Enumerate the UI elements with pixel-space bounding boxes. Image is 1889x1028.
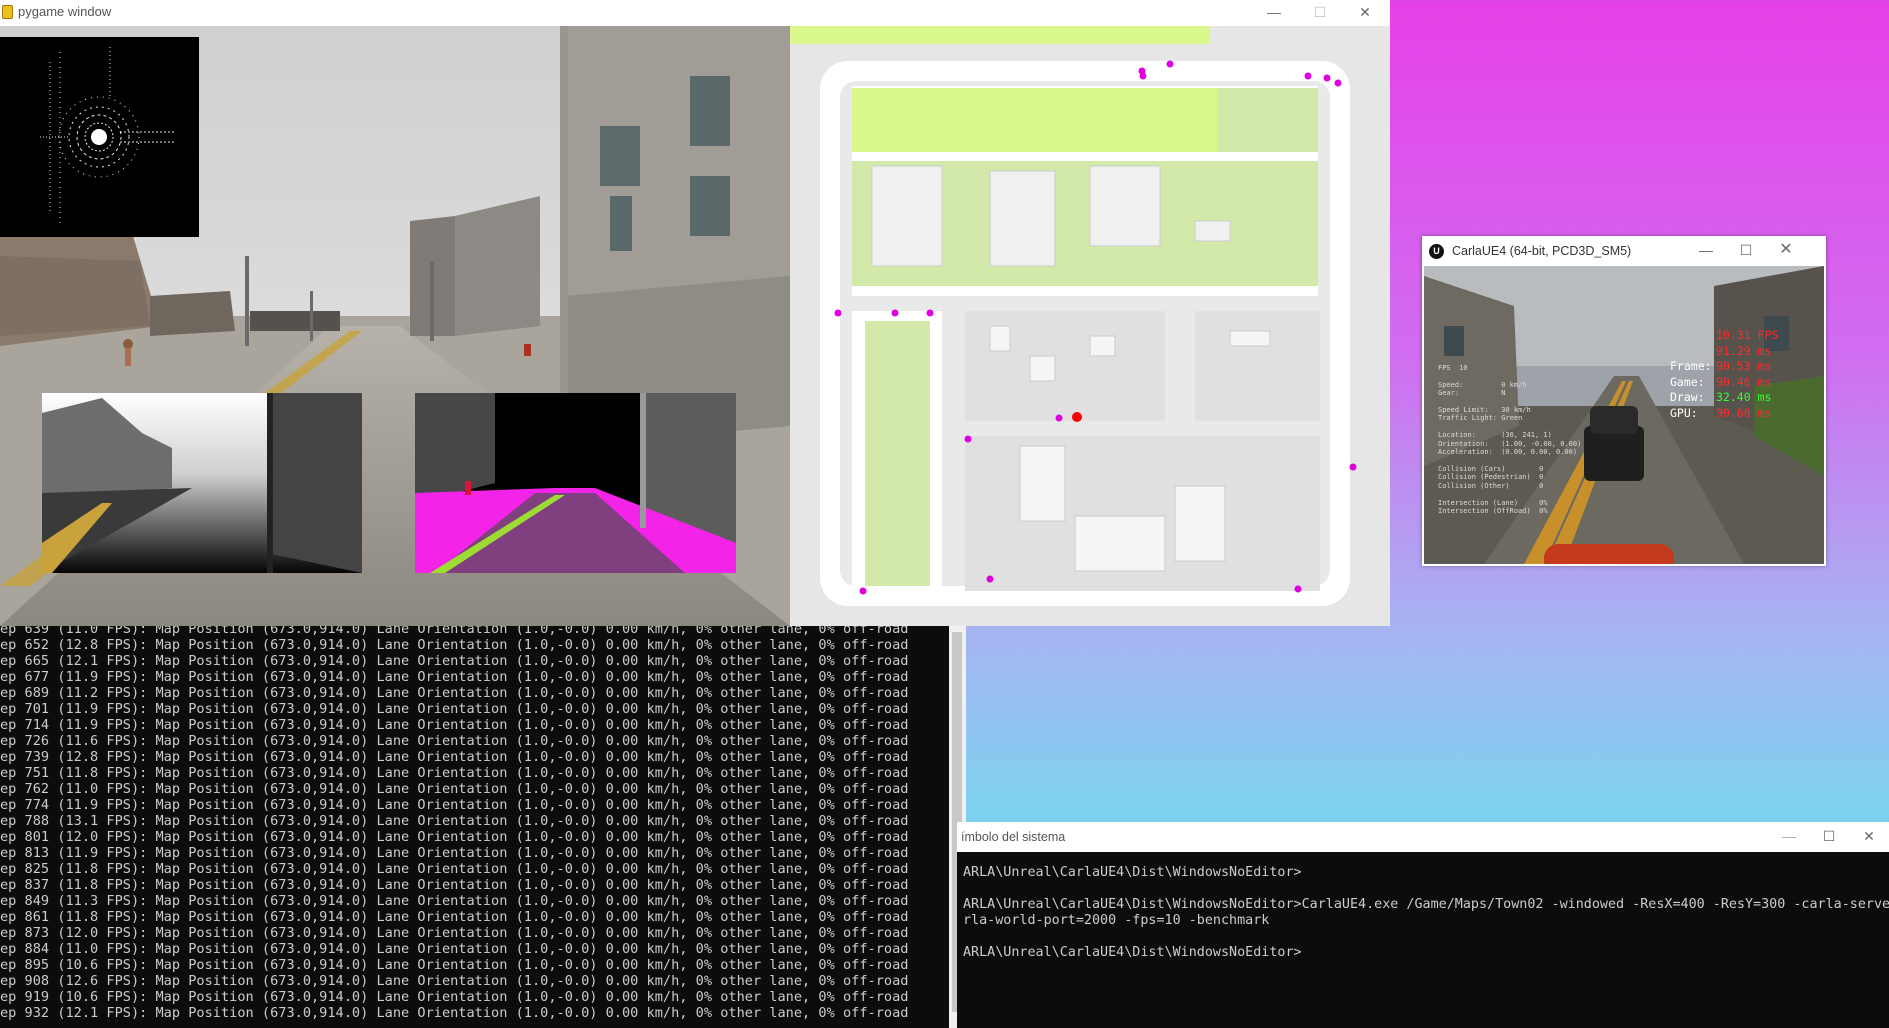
pygame-titlebar[interactable]: pygame window — ☐ ✕ <box>0 0 1390 27</box>
log-line: ep 932 (12.1 FPS): Map Position (673.0,9… <box>0 1005 909 1021</box>
cmd-minimize-button[interactable]: — <box>1769 824 1809 850</box>
log-line: ep 813 (11.9 FPS): Map Position (673.0,9… <box>0 845 909 861</box>
segmentation-image <box>415 393 736 573</box>
cmd-maximize-button[interactable]: ☐ <box>1809 824 1849 850</box>
stat-gpu-value: 90.60 ms <box>1716 405 1772 420</box>
top-down-map-view <box>790 26 1390 626</box>
log-line: ep 652 (12.8 FPS): Map Position (673.0,9… <box>0 637 909 653</box>
log-line: ep 665 (12.1 FPS): Map Position (673.0,9… <box>0 653 909 669</box>
log-line: ep 762 (11.0 FPS): Map Position (673.0,9… <box>0 781 909 797</box>
log-line: ep 873 (12.0 FPS): Map Position (673.0,9… <box>0 925 909 941</box>
depth-image <box>42 393 362 573</box>
cmd-line: ARLA\Unreal\CarlaUE4\Dist\WindowsNoEdito… <box>963 865 1302 880</box>
pygame-window-title: pygame window <box>18 4 112 19</box>
pygame-app-icon <box>2 5 13 19</box>
log-line: ep 689 (11.2 FPS): Map Position (673.0,9… <box>0 685 909 701</box>
log-line: ep 739 (12.8 FPS): Map Position (673.0,9… <box>0 749 909 765</box>
cmd-line: rla-world-port=2000 -fps=10 -benchmark <box>963 913 1270 928</box>
log-line: ep 861 (11.8 FPS): Map Position (673.0,9… <box>0 909 909 925</box>
log-line: ep 751 (11.8 FPS): Map Position (673.0,9… <box>0 765 909 781</box>
ue4-titlebar[interactable]: U CarlaUE4 (64-bit, PCD3D_SM5) — ☐ ✕ <box>1422 236 1826 266</box>
cmd-line <box>963 881 1889 897</box>
log-line: ep 701 (11.9 FPS): Map Position (673.0,9… <box>0 701 909 717</box>
stat-draw-value: 32.40 ms <box>1716 390 1772 404</box>
pygame-window: pygame window — ☐ ✕ <box>0 0 1390 626</box>
pygame-close-button[interactable]: ✕ <box>1342 0 1388 26</box>
segmentation-camera-view <box>415 393 736 573</box>
log-line: ep 677 (11.9 FPS): Map Position (673.0,9… <box>0 669 909 685</box>
log-line: ep 849 (11.3 FPS): Map Position (673.0,9… <box>0 893 909 909</box>
town-map <box>790 26 1390 626</box>
stat-gpu-row: GPU: 90.60 ms <box>1670 406 1778 422</box>
cmd-titlebar[interactable]: ímbolo del sistema — ☐ ✕ <box>957 822 1889 852</box>
log-line: ep 825 (11.8 FPS): Map Position (673.0,9… <box>0 861 909 877</box>
log-line: ep 919 (10.6 FPS): Map Position (673.0,9… <box>0 989 909 1005</box>
cmd-line <box>963 929 1889 945</box>
cmd-line: ARLA\Unreal\CarlaUE4\Dist\WindowsNoEdito… <box>963 945 1302 960</box>
lidar-view <box>0 37 199 237</box>
log-line: ep 639 (11.0 FPS): Map Position (673.0,9… <box>0 626 909 637</box>
ue4-viewport[interactable]: 10.31 FPS 91.29 ms Frame: 90.53 ms Game: 9… <box>1424 266 1824 564</box>
stat-frame-label: Frame: <box>1670 359 1712 373</box>
client-console[interactable]: ep 639 (11.0 FPS): Map Position (673.0,9… <box>0 626 949 1028</box>
stat-frame-value: 90.53 ms <box>1716 359 1772 373</box>
ego-vehicle-marker <box>1072 412 1082 422</box>
stat-game-row: Game: 90.46 ms <box>1670 375 1778 391</box>
stat-frame-row: Frame: 90.53 ms <box>1670 359 1778 375</box>
carla-hud-info: FPS 10 Speed: 0 km/h Gear: N Speed Limit… <box>1438 364 1582 515</box>
log-line: ep 908 (12.6 FPS): Map Position (673.0,9… <box>0 973 909 989</box>
carla-ue4-window: U CarlaUE4 (64-bit, PCD3D_SM5) — ☐ ✕ 10.… <box>1422 236 1826 566</box>
log-line: ep 801 (12.0 FPS): Map Position (673.0,9… <box>0 829 909 845</box>
command-prompt-window: ímbolo del sistema — ☐ ✕ ARLA\Unreal\Car… <box>957 822 1889 1028</box>
log-line: ep 837 (11.8 FPS): Map Position (673.0,9… <box>0 877 909 893</box>
cmd-window-title: ímbolo del sistema <box>961 830 1066 844</box>
console-log: ep 639 (11.0 FPS): Map Position (673.0,9… <box>0 626 908 1021</box>
ue4-window-title: CarlaUE4 (64-bit, PCD3D_SM5) <box>1452 244 1632 258</box>
pygame-minimize-button[interactable]: — <box>1251 0 1297 26</box>
cmd-line: ARLA\Unreal\CarlaUE4\Dist\WindowsNoEdito… <box>963 897 1889 912</box>
stat-draw-row: Draw: 32.40 ms <box>1670 390 1778 406</box>
stat-gpu-label: GPU: <box>1670 405 1698 420</box>
log-line: ep 714 (11.9 FPS): Map Position (673.0,9… <box>0 717 909 733</box>
ue4-minimize-button[interactable]: — <box>1686 238 1726 264</box>
log-line: ep 774 (11.9 FPS): Map Position (673.0,9… <box>0 797 909 813</box>
stat-game-label: Game: <box>1670 374 1705 389</box>
ue4-close-button[interactable]: ✕ <box>1766 238 1806 264</box>
log-line: ep 895 (10.6 FPS): Map Position (673.0,9… <box>0 957 909 973</box>
depth-camera-view <box>42 393 362 573</box>
lidar-point-cloud <box>40 47 175 227</box>
stat-game-value: 90.46 ms <box>1716 374 1772 389</box>
unreal-logo-icon: U <box>1429 244 1444 259</box>
cmd-output[interactable]: ARLA\Unreal\CarlaUE4\Dist\WindowsNoEdito… <box>963 865 1889 961</box>
pygame-maximize-button[interactable]: ☐ <box>1297 0 1343 26</box>
stat-ms: 91.29 ms <box>1716 343 1772 358</box>
log-line: ep 726 (11.6 FPS): Map Position (673.0,9… <box>0 733 909 749</box>
ue4-maximize-button[interactable]: ☐ <box>1726 238 1766 264</box>
stat-draw-label: Draw: <box>1670 390 1705 404</box>
stat-fps: 10.31 FPS <box>1716 328 1779 342</box>
log-line: ep 884 (11.0 FPS): Map Position (673.0,9… <box>0 941 909 957</box>
ue4-stat-overlay: 10.31 FPS 91.29 ms Frame: 90.53 ms Game: 9… <box>1670 328 1778 421</box>
cmd-close-button[interactable]: ✕ <box>1849 824 1889 850</box>
log-line: ep 788 (13.1 FPS): Map Position (673.0,9… <box>0 813 909 829</box>
